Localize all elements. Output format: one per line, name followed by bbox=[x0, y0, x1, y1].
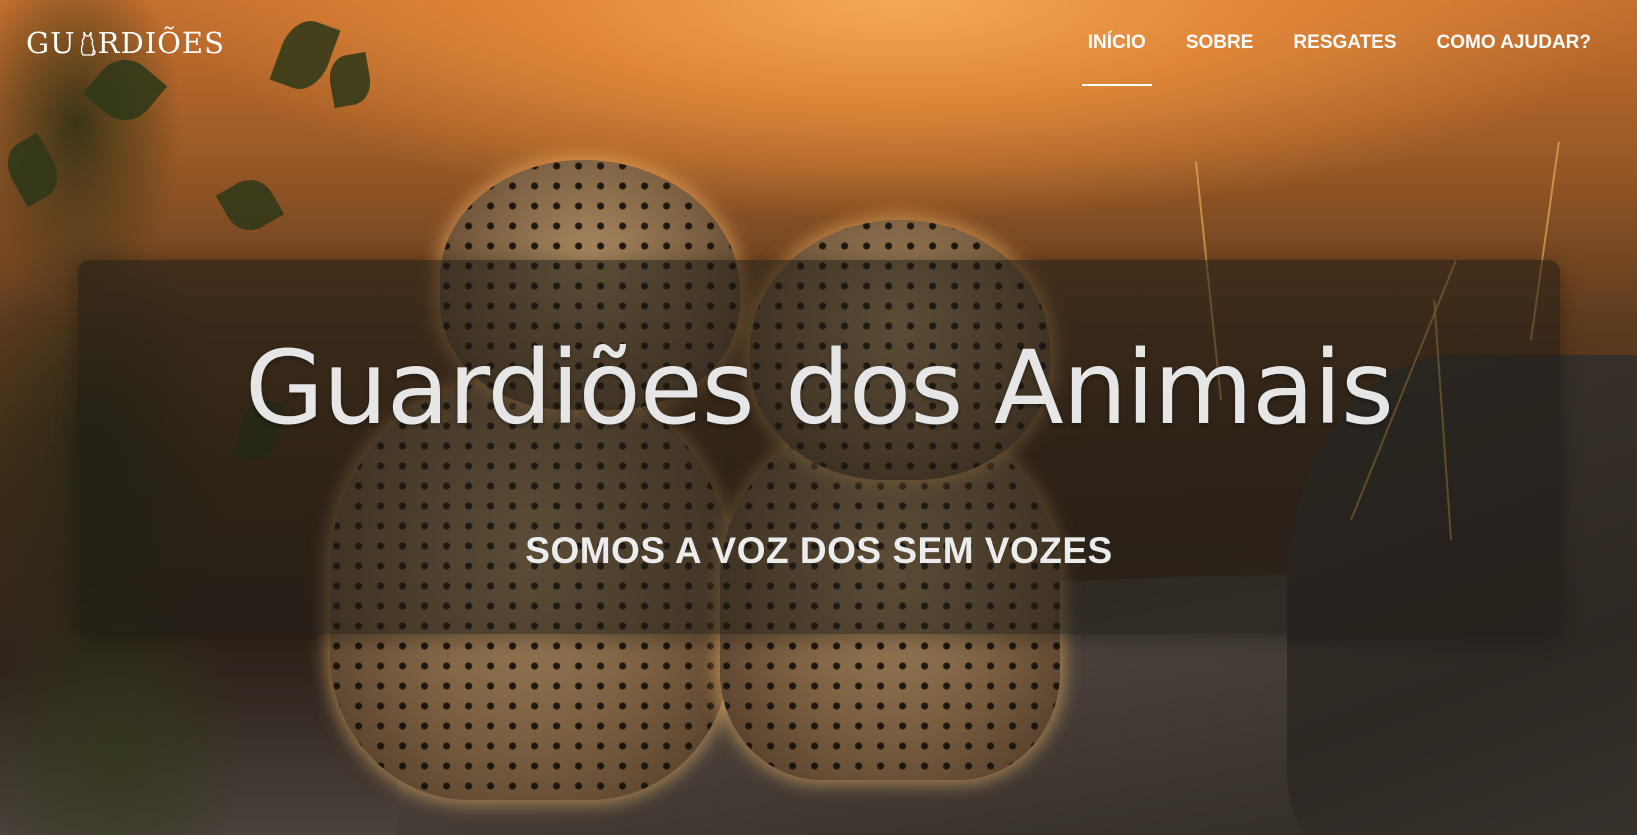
site-logo[interactable]: GU RDIÕES bbox=[26, 26, 225, 60]
cat-silhouette-icon bbox=[80, 31, 96, 56]
logo-text-left: GU bbox=[26, 26, 76, 60]
nav-link-como-ajudar[interactable]: COMO AJUDAR? bbox=[1417, 30, 1611, 54]
logo-text-right: RDIÕES bbox=[97, 26, 225, 60]
nav-menu: INÍCIO SOBRE RESGATES COMO AJUDAR? bbox=[1068, 30, 1611, 86]
nav-link-resgates[interactable]: RESGATES bbox=[1273, 30, 1416, 54]
top-navbar: GU RDIÕES INÍCIO SOBRE RESGATES COMO AJU… bbox=[0, 0, 1637, 90]
hero-title: Guardiões dos Animais bbox=[245, 329, 1394, 448]
hero-card: Guardiões dos Animais SOMOS A VOZ DOS SE… bbox=[78, 260, 1560, 634]
nav-link-inicio[interactable]: INÍCIO bbox=[1068, 30, 1166, 86]
hero-subtitle: SOMOS A VOZ DOS SEM VOZES bbox=[525, 530, 1113, 571]
nav-link-sobre[interactable]: SOBRE bbox=[1166, 30, 1274, 54]
hero-section: GU RDIÕES INÍCIO SOBRE RESGATES COMO AJU… bbox=[0, 0, 1637, 835]
